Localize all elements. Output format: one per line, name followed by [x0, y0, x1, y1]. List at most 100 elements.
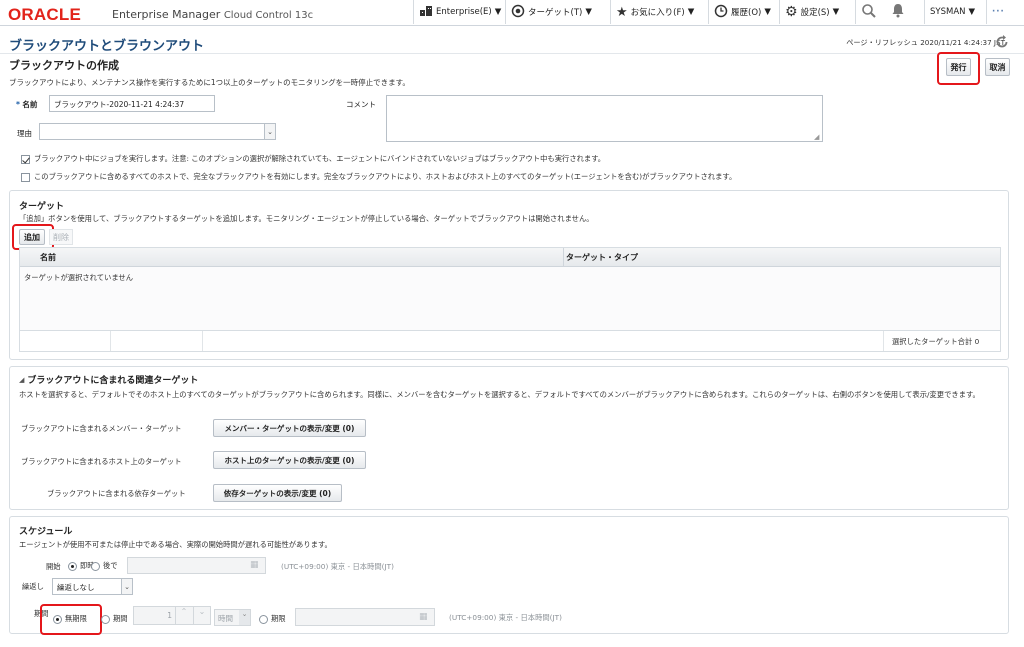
start-datetime-input[interactable]	[127, 557, 266, 574]
schedule-title: スケジュール	[19, 527, 73, 537]
target-icon	[511, 4, 525, 21]
indefinite-radio[interactable]	[53, 614, 62, 624]
product-name: Enterprise Manager	[112, 8, 221, 21]
required-marker: *	[16, 100, 20, 109]
start-immediately-radio[interactable]	[68, 561, 77, 571]
menu-history-label: 履歴(O)	[731, 8, 762, 18]
menu-setup[interactable]: ⚙ 設定(S) ▼	[779, 0, 844, 24]
table-header: 名前 ターゲット・タイプ	[20, 248, 1000, 267]
search-button[interactable]	[855, 0, 882, 24]
indefinite-label: 無期限	[65, 614, 87, 623]
page-description: ブラックアウトにより、メンテナンス操作を実行するために1つ以上のターゲットのモニ…	[9, 78, 410, 87]
search-icon	[861, 3, 877, 22]
resize-grip-icon: ◢	[814, 133, 820, 141]
column-divider	[563, 248, 564, 267]
calendar-icon[interactable]: ▦	[419, 612, 428, 622]
view-dependent-targets-button[interactable]: 依存ターゲットの表示/変更 (0)	[213, 484, 342, 502]
menu-targets-label: ターゲット(T)	[528, 8, 583, 18]
section-heading: ブラックアウトの作成	[9, 59, 119, 72]
column-target-type[interactable]: ターゲット・タイプ	[566, 252, 638, 263]
app-title: Enterprise Manager Cloud Control 13c	[112, 8, 313, 21]
full-blackout-option[interactable]: このブラックアウトに含めるすべてのホストで、完全なブラックアウトを有効にします。…	[21, 172, 736, 182]
until-timezone: (UTC+09:00) 東京 - 日本時間(JT)	[449, 613, 562, 622]
chevron-down-icon: ▼	[687, 7, 695, 17]
more-icon: ···	[992, 7, 1005, 17]
notifications-button[interactable]	[886, 0, 910, 24]
run-jobs-checkbox[interactable]	[21, 154, 30, 164]
schedule-description: エージェントが使用不可または停止中である場合、実際の開始時間が遅れる可能性があり…	[19, 540, 332, 549]
full-blackout-checkbox[interactable]	[21, 172, 30, 182]
reason-select[interactable]	[39, 123, 276, 140]
view-member-targets-button[interactable]: メンバー・ターゲットの表示/変更 (0)	[213, 419, 366, 437]
indefinite-option[interactable]: 無期限	[53, 614, 87, 624]
related-targets-header[interactable]: ◢ ブラックアウトに含まれる関連ターゲット	[19, 373, 199, 387]
user-menu[interactable]: SYSMAN ▼	[924, 0, 980, 24]
top-bar: ORACLE Enterprise Manager Cloud Control …	[0, 0, 1024, 26]
clock-icon	[714, 4, 728, 21]
chevron-down-icon: ▼	[968, 7, 976, 17]
start-later-label: 後で	[103, 561, 118, 570]
product-suffix: Cloud Control 13c	[223, 10, 314, 21]
until-label: 期限	[271, 614, 286, 623]
oracle-logo[interactable]: ORACLE	[8, 5, 81, 25]
refresh-icon[interactable]	[994, 34, 1010, 50]
footer-divider	[883, 331, 884, 351]
footer-divider	[202, 331, 203, 351]
chevron-down-icon[interactable]: ⌄	[121, 579, 132, 594]
remove-target-button[interactable]: 削除	[49, 229, 73, 245]
targets-title: ターゲット	[19, 202, 65, 212]
view-host-targets-button[interactable]: ホスト上のターゲットの表示/変更 (0)	[213, 451, 366, 469]
chevron-down-icon: ▼	[764, 7, 771, 17]
chevron-down-icon: ▼	[832, 7, 840, 17]
targets-table: 名前 ターゲット・タイプ ターゲットが選択されていません 選択したターゲット合計…	[19, 247, 1001, 352]
start-timezone: (UTC+09:00) 東京 - 日本時間(JT)	[281, 562, 394, 571]
more-menu[interactable]: ···	[986, 0, 1010, 24]
star-icon: ★	[616, 4, 628, 20]
user-name: SYSMAN	[930, 7, 966, 17]
until-option[interactable]: 期限	[259, 614, 286, 624]
selected-total: 選択したターゲット合計 0	[892, 337, 980, 346]
divider	[0, 53, 1024, 54]
add-target-button[interactable]: 追加	[19, 229, 45, 245]
menu-history[interactable]: 履歴(O) ▼	[708, 0, 776, 24]
menu-enterprise[interactable]: Enterprise(E) ▼	[413, 0, 506, 24]
bell-icon	[891, 3, 905, 21]
cancel-button[interactable]: 取消	[985, 58, 1010, 76]
start-label: 開始	[46, 562, 61, 571]
comment-textarea[interactable]	[386, 95, 823, 142]
period-option[interactable]: 期間	[101, 614, 128, 624]
chevron-down-icon: ▼	[494, 7, 502, 17]
gear-icon: ⚙	[785, 4, 798, 20]
repeat-label: 繰返し	[22, 582, 44, 591]
page-refresh-timestamp: ページ・リフレッシュ 2020/11/21 4:24:37 JST	[846, 38, 1005, 47]
menu-enterprise-label: Enterprise(E)	[436, 7, 492, 17]
menu-favorites[interactable]: ★ お気に入り(F) ▼	[610, 0, 699, 24]
host-targets-label: ブラックアウトに含まれるホスト上のターゲット	[21, 457, 182, 466]
reason-label: 理由	[17, 129, 32, 138]
increment-icon[interactable]: ⌃	[175, 607, 192, 624]
member-targets-label: ブラックアウトに含まれるメンバー・ターゲット	[21, 424, 182, 433]
chevron-down-icon: ▼	[585, 7, 592, 17]
column-name[interactable]: 名前	[40, 252, 56, 263]
run-jobs-option[interactable]: ブラックアウト中にジョブを実行します。注意: このオプションの選択が解除されてい…	[21, 154, 605, 164]
chevron-down-icon[interactable]: ⌄	[239, 610, 250, 625]
period-radio[interactable]	[101, 614, 110, 624]
menu-setup-label: 設定(S)	[800, 8, 830, 18]
decrement-icon[interactable]: ⌄	[193, 607, 210, 624]
until-datetime-input[interactable]	[295, 608, 435, 626]
footer-divider	[110, 331, 111, 351]
table-footer: 選択したターゲット合計 0	[20, 331, 1000, 351]
until-radio[interactable]	[259, 614, 268, 624]
submit-button[interactable]: 発行	[946, 58, 971, 76]
related-targets-title: ブラックアウトに含まれる関連ターゲット	[27, 376, 199, 386]
calendar-icon[interactable]: ▦	[250, 560, 259, 570]
empty-message: ターゲットが選択されていません	[24, 273, 134, 282]
chevron-down-icon[interactable]: ⌄	[264, 124, 275, 139]
name-input[interactable]: ブラックアウト-2020-11-21 4:24:37	[49, 95, 215, 112]
start-later-radio[interactable]	[91, 561, 100, 571]
start-later-option[interactable]: 後で	[91, 561, 118, 571]
menu-targets[interactable]: ターゲット(T) ▼	[505, 0, 597, 24]
collapse-icon[interactable]: ◢	[19, 376, 24, 384]
enterprise-icon	[419, 5, 433, 20]
dependent-targets-label: ブラックアウトに含まれる依存ターゲット	[47, 489, 186, 498]
